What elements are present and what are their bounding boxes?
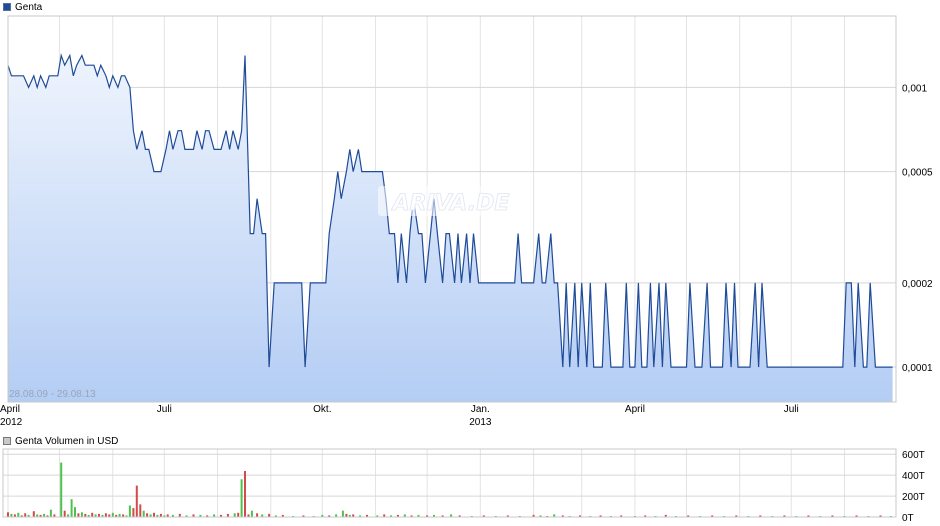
volume-y-tick-label: 600T (902, 450, 925, 461)
price-area-fill (8, 55, 893, 402)
volume-y-axis: 600T 400T 200T 0T (902, 450, 925, 524)
volume-bar (111, 512, 114, 517)
price-y-tick-label: 0,0001 (902, 363, 933, 374)
volume-bars (7, 462, 892, 517)
volume-bar (240, 479, 243, 517)
volume-bar (77, 513, 80, 517)
volume-bar (139, 504, 142, 517)
volume-bar (341, 510, 344, 517)
volume-bar (7, 512, 9, 517)
volume-bar (60, 462, 63, 517)
volume-bar (49, 509, 52, 517)
volume-bar (74, 507, 76, 517)
price-y-tick-label: 0,001 (902, 83, 927, 94)
volume-bar (153, 512, 155, 517)
volume-bar (32, 511, 35, 517)
price-x-tick-label: Juli (784, 404, 799, 415)
watermark-text: ARIVA.DE (391, 191, 510, 216)
volume-bar (128, 505, 131, 517)
price-y-tick-label: 0,0002 (902, 279, 933, 290)
volume-bar (237, 512, 240, 517)
volume-bar (132, 508, 135, 517)
price-x-tick-label: April (0, 404, 20, 415)
price-y-tick-label: 0,0005 (902, 168, 933, 179)
volume-bar (250, 510, 253, 517)
volume-bar (104, 513, 107, 517)
volume-y-tick-label: 400T (902, 471, 925, 482)
date-range-label: 28.08.09 - 29.08.13 (9, 389, 96, 400)
volume-bar (70, 499, 73, 517)
volume-bar (17, 512, 20, 517)
volume-bar (91, 512, 94, 517)
volume-bar (244, 471, 246, 517)
volume-bar (24, 513, 27, 517)
volume-bar (142, 510, 145, 517)
price-x-tick-label: Jan. (471, 404, 490, 415)
price-x-tick-year: 2012 (0, 417, 23, 428)
volume-y-tick-label: 0T (902, 513, 914, 524)
price-y-axis: 0,001 0,0005 0,0002 0,0001 (902, 83, 933, 374)
price-x-tick-year: 2013 (469, 417, 492, 428)
volume-bar (63, 510, 66, 517)
price-x-axis: April 2012 Juli Okt. Jan. 2013 April Juli (0, 404, 799, 428)
chart-canvas: ARIVA.DE 0,001 0,0005 0,0002 0,0001 April 20… (0, 15, 933, 524)
volume-bar (146, 513, 149, 517)
volume-bar (233, 513, 236, 517)
volume-bar (135, 485, 138, 517)
volume-bar (80, 512, 83, 517)
price-x-tick-label: Juli (157, 404, 172, 415)
price-area-layer (7, 53, 893, 402)
volume-bar (256, 513, 259, 517)
price-x-tick-label: April (625, 404, 645, 415)
price-x-tick-label: Okt. (313, 404, 331, 415)
watermark-logo: ARIVA.DE (378, 186, 524, 217)
volume-y-tick-label: 200T (902, 492, 925, 503)
